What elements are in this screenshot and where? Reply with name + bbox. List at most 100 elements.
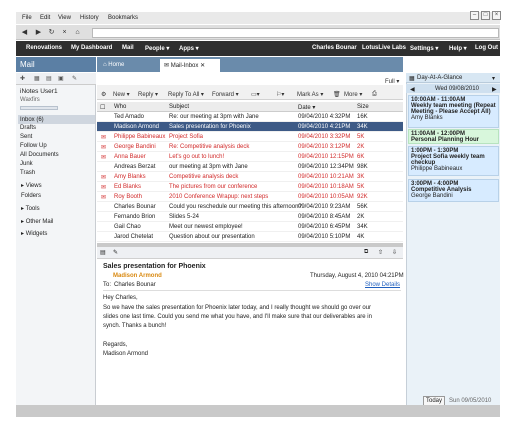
user-name: iNotes User1 (20, 88, 58, 95)
folder-all-documents[interactable]: All Documents (20, 152, 59, 158)
nav-lotuslive-labs[interactable]: LotusLive Labs (362, 45, 406, 51)
column-subject[interactable]: Subject (169, 104, 189, 110)
calendar-icon[interactable]: ▦ (34, 74, 40, 84)
maximize-icon[interactable]: □ (481, 11, 490, 20)
url-bar[interactable] (92, 28, 499, 38)
row-who: Philippe Babineaux (114, 134, 166, 140)
down-icon[interactable]: ⇩ (392, 249, 397, 256)
home-icon[interactable]: ⌂ (73, 28, 82, 37)
group-other-mail[interactable]: ▸ Other Mail (21, 218, 53, 225)
menu-history[interactable]: History (80, 15, 99, 21)
gear-icon[interactable]: ⚙ (101, 91, 106, 98)
nav-my-dashboard[interactable]: My Dashboard (71, 45, 112, 51)
nav-log-out[interactable]: Log Out (475, 45, 498, 51)
folder-icon[interactable]: ▭▾ (251, 91, 260, 98)
show-details-link[interactable]: Show Details (365, 282, 400, 288)
row-subject: The pictures from our conference (169, 184, 258, 190)
delete-icon[interactable]: 🗑 (333, 91, 341, 98)
select-all-checkbox[interactable]: ☐ (100, 104, 105, 111)
group-folders-label: Folders (21, 193, 42, 199)
flag-icon[interactable]: ⚐▾ (276, 91, 284, 98)
copy-icon[interactable]: ⧉ (364, 249, 368, 256)
row-who: Fernando Brion (114, 214, 156, 220)
folder-sent[interactable]: Sent (20, 134, 32, 140)
group-tools[interactable]: ▸ Tools (21, 205, 40, 212)
group-views[interactable]: ▸ Views (21, 182, 42, 189)
close-icon[interactable]: × (492, 11, 501, 20)
tab-mail-inbox[interactable]: ✉ Mail-Inbox ✕ (160, 59, 220, 72)
save-icon[interactable]: ▣ (58, 74, 64, 84)
reply-button[interactable]: Reply ▾ (138, 91, 158, 98)
table-row[interactable]: Jarod Chetelat Question about our present… (97, 232, 403, 242)
calendar-event-4[interactable]: 3:00PM - 4:00PM Competitive Analysis Geo… (408, 179, 499, 202)
preview-to: Charles Bounar (114, 282, 156, 288)
unread-icon: ✉ (101, 155, 107, 161)
table-row[interactable]: Andreas Berzat our meeting at 3pm with Ja… (97, 162, 403, 172)
folder-follow-up[interactable]: Follow Up (20, 143, 47, 149)
browser-menubar: File Edit View History Bookmarks (16, 12, 500, 24)
tab-home[interactable]: ⌂ Home (99, 59, 155, 72)
edit-icon[interactable]: ✎ (72, 74, 77, 84)
table-row[interactable]: George Bandini Re: Competitive analysis d… (97, 142, 403, 152)
table-row[interactable]: Ted Amado Re: our meeting at 3pm with Jan… (97, 112, 403, 122)
calendar-event-1[interactable]: 10:00AM - 11:00AM Weekly team meeting (R… (408, 95, 499, 128)
next-day-icon[interactable]: ▶ (492, 86, 497, 93)
column-size[interactable]: Size (357, 104, 369, 110)
nav-settings[interactable]: Settings ▾ (410, 45, 438, 52)
forward-button[interactable]: Forward ▾ (212, 91, 239, 98)
edit-icon[interactable]: ✎ (113, 249, 118, 256)
new-icon[interactable]: ✚ (20, 74, 25, 84)
back-icon[interactable]: ◀ (20, 28, 29, 37)
nav-user-name[interactable]: Charles Bounar (312, 45, 357, 51)
forward-icon[interactable]: ▶ (34, 28, 43, 37)
folder-drafts[interactable]: Drafts (20, 125, 36, 131)
column-who[interactable]: Who (114, 104, 126, 110)
nav-help[interactable]: Help ▾ (449, 45, 467, 52)
collapse-icon[interactable]: ▾ (492, 75, 495, 82)
refresh-icon[interactable]: ↻ (47, 28, 56, 37)
nav-mail[interactable]: Mail (122, 45, 134, 51)
nav-apps[interactable]: Apps ▾ (179, 45, 199, 52)
contacts-icon[interactable]: ▤ (46, 74, 52, 84)
close-icon[interactable]: ✕ (200, 63, 205, 69)
calendar-event-3[interactable]: 1:00PM - 1:30PM Project Sofia weekly tea… (408, 146, 499, 176)
nav-people[interactable]: People ▾ (145, 45, 169, 52)
preview-from[interactable]: Madison Armond (113, 273, 162, 279)
reply-all-button[interactable]: Reply To All ▾ (168, 91, 204, 98)
row-date: 09/04/2010 10:18AM (298, 184, 354, 190)
menu-edit[interactable]: Edit (40, 15, 50, 21)
table-row[interactable]: Amy Blanks Competitive analysis deck 09/04… (97, 172, 403, 182)
table-row[interactable]: Gail Chao Meet our newest employee! 09/04/… (97, 222, 403, 232)
table-row[interactable]: Anna Bauer Let's go out to lunch! 09/04/20… (97, 152, 403, 162)
menu-bookmarks[interactable]: Bookmarks (108, 15, 138, 21)
group-widgets[interactable]: ▸ Widgets (21, 230, 47, 237)
table-row[interactable]: Madison Armond Sales presentation for Pho… (97, 122, 403, 132)
stop-icon[interactable]: × (60, 28, 69, 37)
group-folders[interactable]: Folders (21, 193, 41, 199)
print-icon[interactable]: ⎙ (372, 91, 377, 98)
new-button[interactable]: New ▾ (113, 91, 130, 98)
mark-as-button[interactable]: Mark As ▾ (297, 91, 323, 98)
row-date: 09/04/2010 3:12PM (298, 144, 351, 150)
table-row[interactable]: Ed Blanks The pictures from our conferenc… (97, 182, 403, 192)
more-button[interactable]: More ▾ (344, 91, 362, 98)
table-row[interactable]: Roy Booth 2010 Conference Wrapup: next st… (97, 192, 403, 202)
up-icon[interactable]: ⇧ (378, 249, 383, 256)
table-row[interactable]: Philippe Babineaux Project Sofia 09/04/201… (97, 132, 403, 142)
folder-junk[interactable]: Junk (20, 161, 33, 167)
full-view-button[interactable]: Full ▾ (385, 78, 399, 85)
body-line-4: synch. Thanks a bunch! (103, 323, 167, 329)
prev-day-icon[interactable]: ◀ (410, 86, 415, 93)
folder-trash[interactable]: Trash (20, 170, 35, 176)
divider (103, 290, 401, 291)
table-row[interactable]: Fernando Brion Slides 5-24 09/04/2010 8:45… (97, 212, 403, 222)
pin-icon[interactable]: ▤ (100, 249, 106, 256)
calendar-event-2[interactable]: 11:00AM - 12:00PM Personal Planning Hour (408, 129, 499, 144)
column-date[interactable]: Date ▾ (298, 104, 315, 111)
menu-view[interactable]: View (58, 15, 71, 21)
folder-inbox[interactable]: Inbox (6) (20, 117, 44, 123)
minimize-icon[interactable]: – (470, 11, 479, 20)
table-row[interactable]: Charles Bounar Could you reschedule our m… (97, 202, 403, 212)
nav-renovations[interactable]: Renovations (26, 45, 62, 51)
menu-file[interactable]: File (22, 15, 32, 21)
